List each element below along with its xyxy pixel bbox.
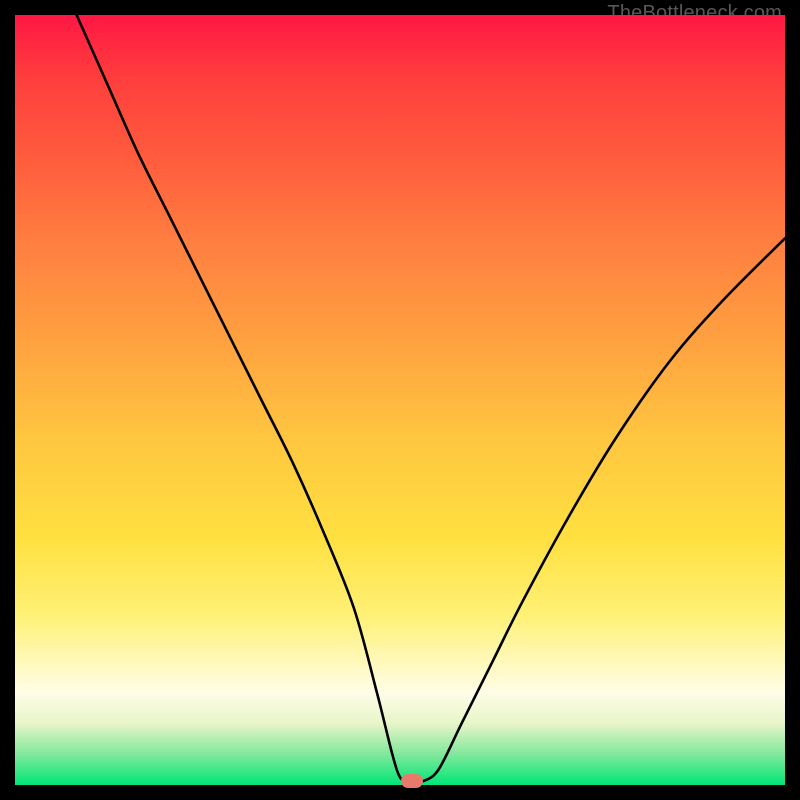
chart-container: TheBottleneck.com [0,0,800,800]
plot-area [15,15,785,785]
bottleneck-curve [15,15,785,785]
optimal-point-marker [401,774,423,788]
